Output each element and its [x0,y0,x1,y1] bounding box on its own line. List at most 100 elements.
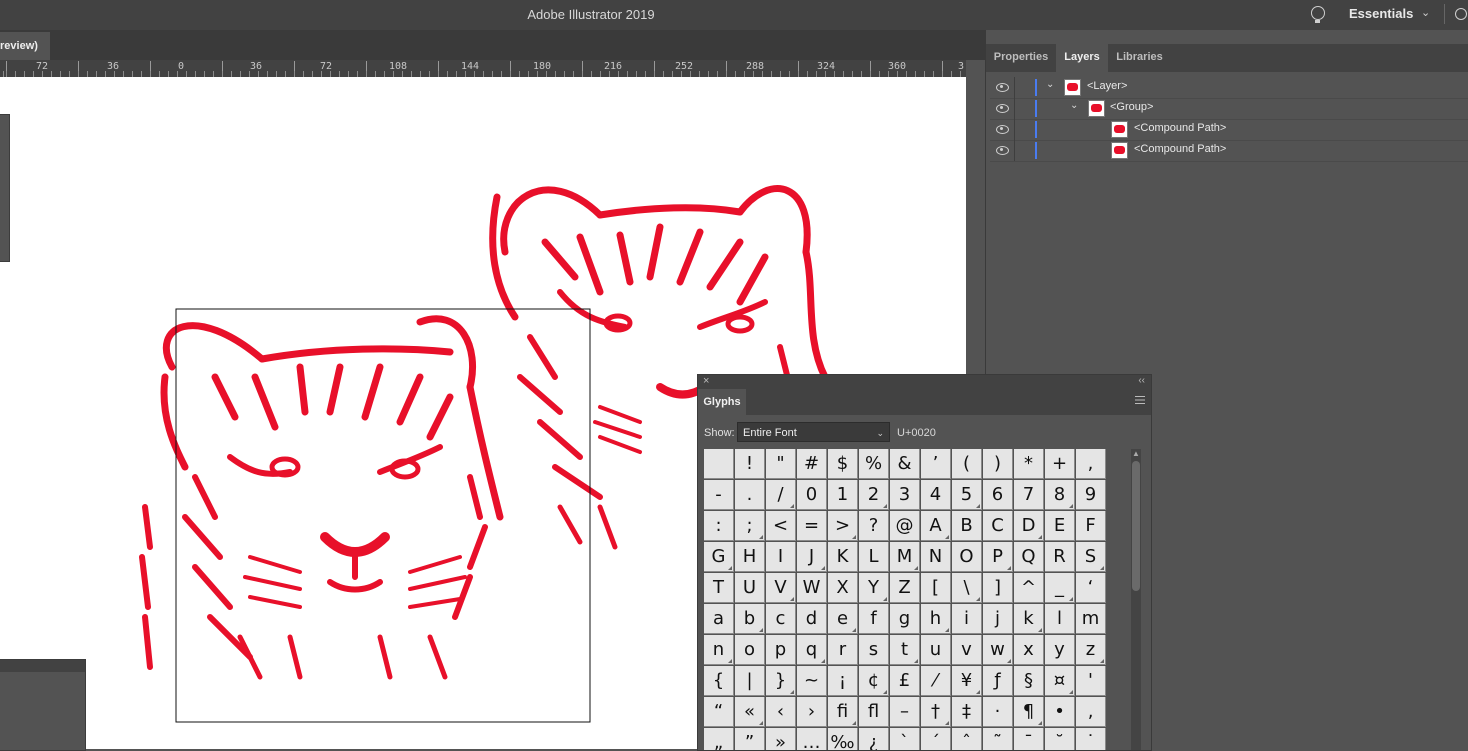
glyph-cell[interactable]: q [797,635,827,665]
glyph-cell[interactable]: ˜ [983,728,1013,750]
glyph-cell[interactable]: ´ [921,728,951,750]
glyph-cell[interactable]: Q [1014,542,1044,572]
glyph-cell[interactable]: 8 [1045,480,1075,510]
layer-row[interactable]: ⌄ <Group> [990,98,1468,120]
glyph-cell[interactable]: 1 [828,480,858,510]
glyph-cell[interactable]: - [704,480,734,510]
glyph-cell[interactable]: ‰ [828,728,858,750]
glyph-cell[interactable]: ¯ [1014,728,1044,750]
glyph-cell[interactable]: H [735,542,765,572]
lightbulb-icon[interactable] [1311,6,1325,23]
tab-glyphs[interactable]: Glyphs [698,389,746,415]
glyph-cell[interactable]: ˙ [1076,728,1106,750]
glyph-cell[interactable]: T [704,573,734,603]
glyph-cell[interactable]: { [704,666,734,696]
document-tab[interactable]: review) [0,32,50,60]
layer-row[interactable]: <Compound Path> [990,119,1468,141]
tab-layers[interactable]: Layers [1056,44,1108,72]
glyph-cell[interactable]: ’ [921,449,951,479]
glyph-cell[interactable]: ¤ [1045,666,1075,696]
glyph-cell[interactable]: • [1045,697,1075,727]
glyph-cell[interactable]: ¿ [859,728,889,750]
glyph-cell[interactable]: N [921,542,951,572]
glyph-cell[interactable]: L [859,542,889,572]
layer-row[interactable]: <Compound Path> [990,140,1468,162]
glyph-cell[interactable]: < [766,511,796,541]
glyph-cell[interactable]: } [766,666,796,696]
layer-row[interactable]: ⌄ <Layer> [990,77,1468,99]
glyph-cell[interactable]: * [1014,449,1044,479]
glyph-cell[interactable]: § [1014,666,1044,696]
glyph-cell[interactable]: j [983,604,1013,634]
glyph-cell[interactable]: K [828,542,858,572]
glyph-cell[interactable]: X [828,573,858,603]
glyph-cell[interactable]: D [1014,511,1044,541]
glyph-cell[interactable]: % [859,449,889,479]
glyph-cell[interactable]: 2 [859,480,889,510]
glyph-cell[interactable]: › [797,697,827,727]
glyph-cell[interactable]: R [1045,542,1075,572]
glyph-cell[interactable]: ¶ [1014,697,1044,727]
glyph-cell[interactable]: = [797,511,827,541]
glyph-cell[interactable]: ¥ [952,666,982,696]
chevron-down-icon[interactable]: ⌄ [1046,79,1054,90]
tools-panel-edge[interactable] [0,114,10,262]
scroll-up-icon[interactable]: ▲ [1132,449,1140,458]
glyph-cell[interactable]: , [1076,449,1106,479]
glyph-cell[interactable]: k [1014,604,1044,634]
glyph-cell[interactable]: ' [1076,666,1106,696]
glyph-cell[interactable]: « [735,697,765,727]
glyph-cell[interactable]: s [859,635,889,665]
glyph-cell[interactable]: ( [952,449,982,479]
tab-properties[interactable]: Properties [986,44,1056,72]
workspace-switcher[interactable]: Essentials [1349,6,1413,21]
glyph-cell[interactable]: ﬂ [859,697,889,727]
glyph-cell[interactable]: … [797,728,827,750]
glyph-cell[interactable]: 7 [1014,480,1044,510]
glyph-cell[interactable]: 5 [952,480,982,510]
glyph-grid[interactable]: ! " # $% &’() * +, -./0 1 2 3 4 5 6 7 8 9:; < = >? @ A B C D E F G H… [704,449,1107,750]
glyph-cell[interactable]: u [921,635,951,665]
glyph-cell[interactable]: ` [890,728,920,750]
glyph-cell[interactable]: C [983,511,1013,541]
glyph-cell[interactable]: ˆ [952,728,982,750]
collapse-icon[interactable]: ‹‹ [1138,375,1145,386]
glyph-cell[interactable]: U [735,573,765,603]
glyph-cell[interactable]: # [797,449,827,479]
glyph-cell[interactable]: I [766,542,796,572]
glyph-cell[interactable]: > [828,511,858,541]
glyph-cell[interactable]: h [921,604,951,634]
glyph-cell[interactable]: 3 [890,480,920,510]
glyph-cell[interactable]: t [890,635,920,665]
glyph-cell[interactable]: · [983,697,1013,727]
glyph-cell[interactable]: . [735,480,765,510]
glyph-cell[interactable]: x [1014,635,1044,665]
close-icon[interactable]: × [703,375,709,387]
glyph-cell[interactable]: @ [890,511,920,541]
glyph-cell[interactable]: F [1076,511,1106,541]
visibility-eye-icon[interactable] [996,83,1009,92]
glyph-cell[interactable]: : [704,511,734,541]
glyph-cell[interactable]: ˘ [1045,728,1075,750]
chevron-down-icon[interactable]: ⌄ [1421,6,1430,19]
collapsed-panel[interactable] [0,659,86,751]
glyph-cell[interactable]: g [890,604,920,634]
tab-libraries[interactable]: Libraries [1108,44,1171,72]
glyph-cell[interactable]: + [1045,449,1075,479]
visibility-eye-icon[interactable] [996,125,1009,134]
glyph-cell[interactable]: ⁄ [921,666,951,696]
glyph-cell[interactable]: y [1045,635,1075,665]
glyph-cell[interactable]: ¢ [859,666,889,696]
search-icon[interactable] [1455,8,1467,20]
glyph-cell[interactable]: p [766,635,796,665]
glyph-cell[interactable]: ƒ [983,666,1013,696]
glyph-cell[interactable]: ‡ [952,697,982,727]
glyph-cell[interactable]: " [766,449,796,479]
glyph-cell[interactable]: G [704,542,734,572]
glyph-cell[interactable]: † [921,697,951,727]
glyph-cell[interactable]: f [859,604,889,634]
layer-name[interactable]: <Layer> [1087,80,1127,92]
horizontal-ruler[interactable]: 72 36 0 36 72 108 144 180 216 252 288 32… [0,60,966,78]
glyph-cell[interactable]: B [952,511,982,541]
glyph-cell[interactable]: 6 [983,480,1013,510]
